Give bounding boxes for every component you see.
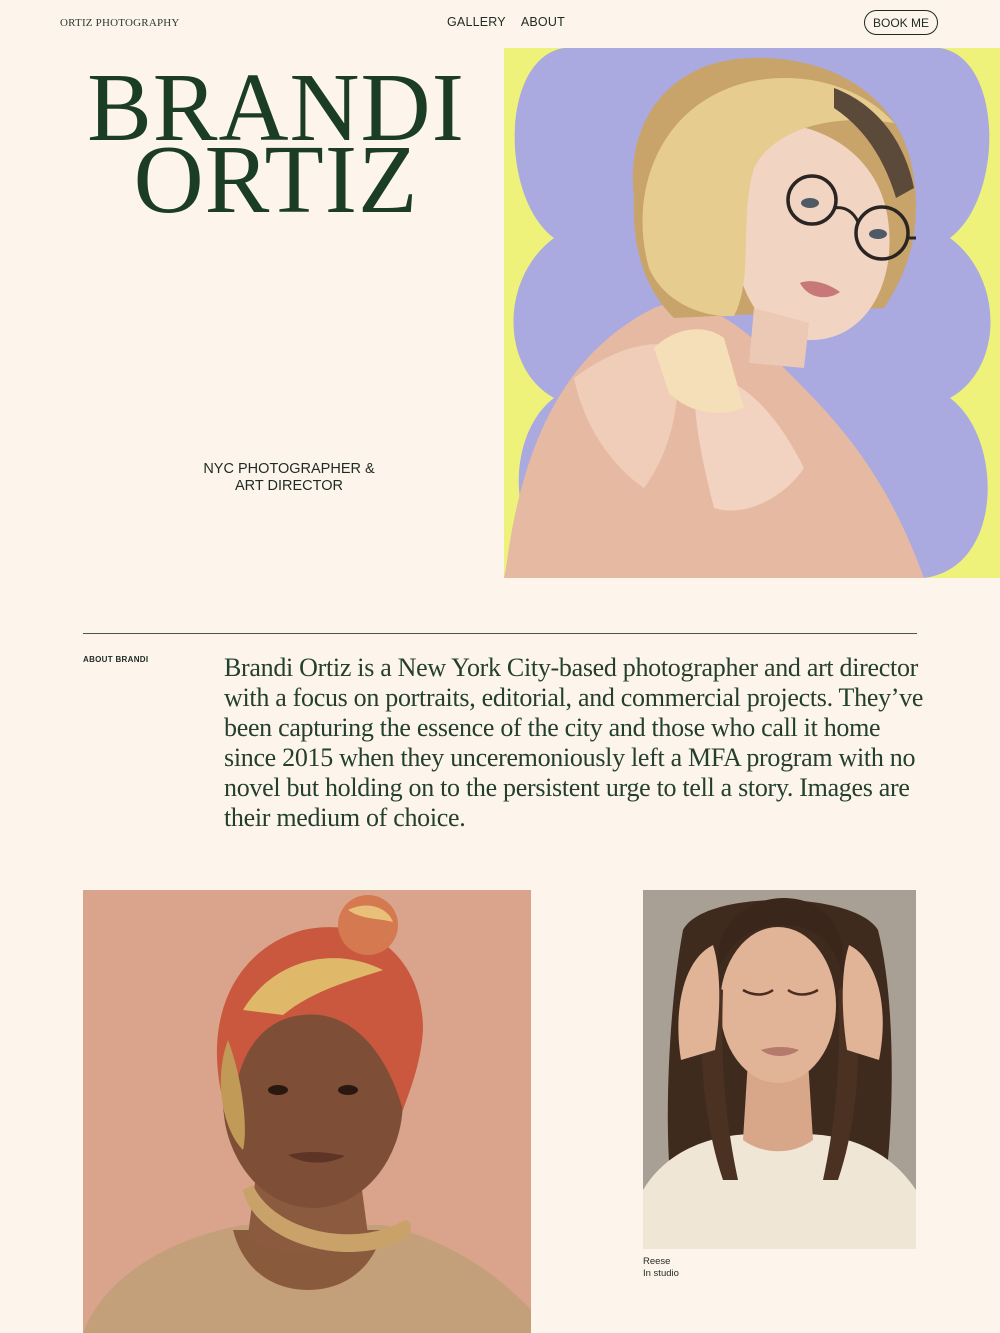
nav-link-gallery[interactable]: GALLERY — [447, 15, 506, 29]
hero-title-last: ORTIZ — [133, 126, 419, 233]
site-logo[interactable]: ORTIZ PHOTOGRAPHY — [60, 17, 180, 29]
portrait-headwrap-image — [83, 890, 531, 1333]
tagline-line-1: NYC PHOTOGRAPHER & — [203, 461, 375, 477]
nav-link-about[interactable]: ABOUT — [521, 15, 565, 29]
section-divider — [83, 633, 917, 634]
gallery-photo-reese[interactable] — [643, 890, 916, 1249]
photo-caption: Reese In studio — [643, 1256, 679, 1280]
main-nav: GALLERY ABOUT — [447, 15, 565, 29]
hero-portrait — [504, 48, 1000, 578]
hero-tagline: NYC PHOTOGRAPHER & ART DIRECTOR — [190, 461, 388, 495]
about-text: Brandi Ortiz is a New York City-based ph… — [224, 653, 924, 832]
hero-portrait-image — [504, 48, 991, 578]
tagline-line-2: ART DIRECTOR — [235, 478, 343, 494]
hero-title: BRANDI ORTIZ — [85, 59, 467, 233]
caption-detail: In studio — [643, 1268, 679, 1279]
gallery-photo-portrait-headwrap[interactable] — [83, 890, 531, 1333]
book-me-button[interactable]: BOOK ME — [864, 10, 938, 35]
about-label: ABOUT BRANDI — [83, 655, 149, 664]
caption-name: Reese — [643, 1256, 671, 1267]
portrait-reese-image — [643, 890, 916, 1249]
